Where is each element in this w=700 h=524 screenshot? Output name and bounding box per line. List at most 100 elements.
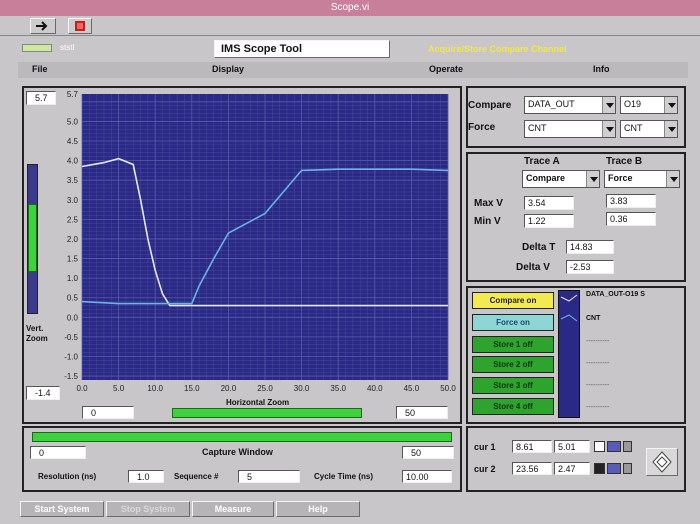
capture-left-field[interactable]: 0: [30, 446, 86, 459]
trace-b-select[interactable]: Force: [604, 170, 680, 188]
y-tick-label: 2.5: [67, 215, 79, 224]
min-v-b-field: 0.36: [606, 212, 656, 226]
chevron-down-icon: [664, 97, 677, 113]
x-max-value: 50: [405, 408, 416, 418]
y-tick-label: -0.5: [64, 333, 78, 342]
cycle-time-field[interactable]: 10.00: [402, 470, 452, 483]
resolution-label: Resolution (ns): [38, 472, 97, 481]
delta-t-field: 14.83: [566, 240, 614, 254]
scope-plot[interactable]: 5.7 5.0 4.5 4.0 3.5 3.0 2.5 2.0 1.5 1.0 0.5 0.0 -0.5…: [56, 90, 456, 400]
store-3-button[interactable]: Store 3 off: [472, 377, 554, 394]
chevron-down-icon: [666, 171, 679, 187]
compare-on-button[interactable]: Compare on: [472, 292, 554, 309]
capture-window-title: Capture Window: [202, 447, 273, 457]
vert-zoom-slider[interactable]: [28, 204, 37, 272]
legend-empty-4: ----------: [586, 404, 610, 411]
y-tick-label: -1.5: [64, 372, 78, 381]
y-tick-label: 4.0: [67, 157, 79, 166]
compare-channel-select[interactable]: DATA_OUT: [524, 96, 616, 114]
menu-file[interactable]: File: [32, 64, 48, 74]
cursor-2-color-swatch[interactable]: [607, 463, 621, 474]
capture-left-value: 0: [39, 448, 45, 458]
compare-value-select[interactable]: O19: [620, 96, 678, 114]
x-tick-label: 5.0: [113, 384, 125, 393]
app-title: IMS Scope Tool: [221, 43, 303, 55]
x-max-field[interactable]: 50: [396, 406, 448, 419]
sequence-label: Sequence #: [174, 472, 219, 481]
x-tick-label: 25.0: [257, 384, 273, 393]
force-on-button[interactable]: Force on: [472, 314, 554, 331]
cycle-time-label: Cycle Time (ns): [314, 472, 373, 481]
compare-value-value: O19: [624, 99, 642, 109]
cursor-1-visible-checkbox[interactable]: [594, 441, 605, 452]
resolution-field[interactable]: 1.0: [128, 470, 164, 483]
run-arrow-icon: [36, 21, 48, 31]
run-arrow-button[interactable]: [30, 18, 56, 34]
compare-channel-value: DATA_OUT: [528, 99, 575, 109]
capture-right-field[interactable]: 50: [402, 446, 454, 459]
cursor-1-x-field[interactable]: 8.61: [512, 440, 552, 453]
y-tick-label: 0.0: [67, 313, 79, 322]
legend-trace-1-name: DATA_OUT-O19 S: [586, 291, 645, 298]
menu-info[interactable]: Info: [593, 64, 610, 74]
legend-trace-2-name: CNT: [586, 315, 601, 322]
x-tick-label: 40.0: [367, 384, 383, 393]
horiz-zoom-slider[interactable]: [172, 408, 362, 418]
y-tick-label: 0.5: [67, 294, 79, 303]
x-tick-label: 35.0: [330, 384, 346, 393]
x-min-field[interactable]: 0: [82, 406, 134, 419]
store-4-button[interactable]: Store 4 off: [472, 398, 554, 415]
stop-system-button[interactable]: Stop System: [106, 501, 190, 517]
measure-button[interactable]: Measure: [192, 501, 274, 517]
cursor-panel: cur 1 8.61 5.01 cur 2 23.56 2.47: [466, 426, 686, 492]
menu-operate[interactable]: Operate: [429, 64, 463, 74]
y-tick-label: 5.0: [67, 117, 79, 126]
y-max-field[interactable]: 5.7: [26, 91, 56, 105]
status-message: Acquire/Store Compare Channel: [428, 44, 567, 54]
cursor-1-style-button[interactable]: [623, 441, 632, 452]
trace-a-select[interactable]: Compare: [522, 170, 600, 188]
store-1-button[interactable]: Store 1 off: [472, 336, 554, 353]
y-min-field[interactable]: -1.4: [26, 386, 60, 400]
min-v-label: Min V: [474, 216, 501, 227]
horiz-zoom-label: Horizontal Zoom: [226, 398, 290, 407]
cursor-1-label: cur 1: [474, 442, 496, 452]
start-system-button[interactable]: Start System: [20, 501, 104, 517]
stop-icon: [75, 21, 85, 31]
window-title-bar: Scope.vi: [0, 0, 700, 16]
cursor-2-visible-checkbox[interactable]: [594, 463, 605, 474]
x-tick-label: 10.0: [147, 384, 163, 393]
plot-grid: [81, 94, 449, 380]
sequence-field[interactable]: 5: [238, 470, 300, 483]
y-tick-labels: 5.7 5.0 4.5 4.0 3.5 3.0 2.5 2.0 1.5 1.0 0.5 0.0 -0.5…: [64, 90, 78, 381]
menu-display[interactable]: Display: [212, 64, 244, 74]
cursor-2-style-button[interactable]: [623, 463, 632, 474]
y-tick-label: 1.5: [67, 255, 79, 264]
chevron-down-icon: [664, 121, 677, 137]
chevron-down-icon: [602, 121, 615, 137]
y-tick-label: 1.0: [67, 274, 79, 283]
y-tick-label: 3.5: [67, 176, 79, 185]
cursor-1-y-field[interactable]: 5.01: [554, 440, 590, 453]
trace-a-select-value: Compare: [526, 173, 566, 183]
capture-window-slider[interactable]: [32, 432, 452, 442]
stop-button[interactable]: [68, 18, 92, 34]
min-v-a-field: 1.22: [524, 214, 574, 228]
help-button[interactable]: Help: [276, 501, 360, 517]
vert-zoom-label: Vert. Zoom: [26, 324, 48, 343]
resolution-value: 1.0: [137, 472, 150, 482]
store-2-button[interactable]: Store 2 off: [472, 356, 554, 373]
max-v-b-field: 3.83: [606, 194, 656, 208]
y-min-value: -1.4: [35, 388, 51, 398]
force-channel-select[interactable]: CNT: [524, 120, 616, 138]
y-tick-label: 5.7: [67, 90, 79, 99]
cursor-move-pad[interactable]: [646, 448, 678, 476]
force-value-select[interactable]: CNT: [620, 120, 678, 138]
y-tick-label: 3.0: [67, 196, 79, 205]
force-value-value: CNT: [624, 123, 643, 133]
cursor-2-x-field[interactable]: 23.56: [512, 462, 552, 475]
cursor-2-y-field[interactable]: 2.47: [554, 462, 590, 475]
compare-force-panel: Compare Force DATA_OUT O19 CNT CNT: [466, 86, 686, 148]
cursor-1-color-swatch[interactable]: [607, 441, 621, 452]
delta-v-label: Delta V: [516, 262, 550, 273]
